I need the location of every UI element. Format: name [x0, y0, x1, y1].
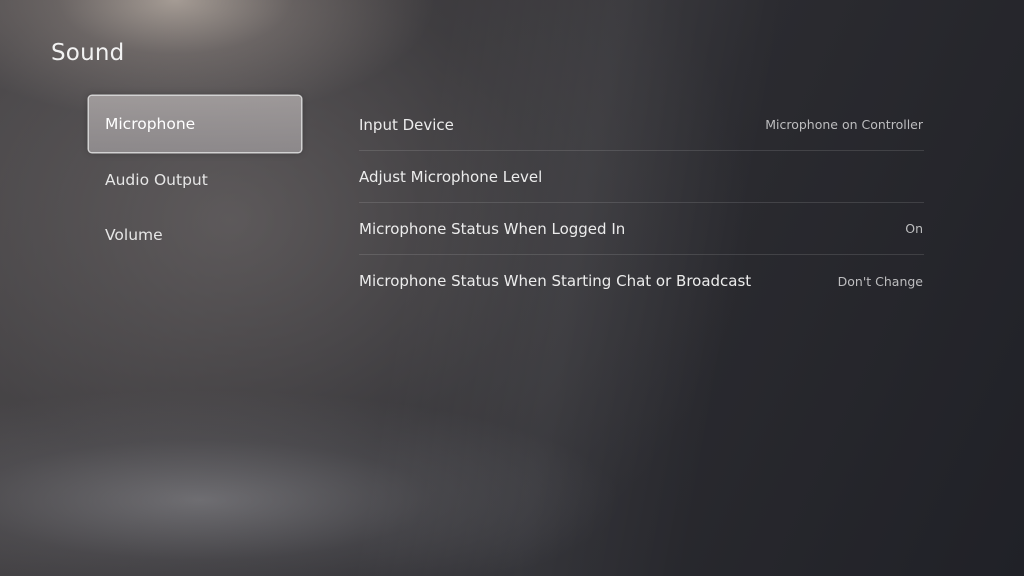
setting-value: On	[905, 221, 923, 236]
settings-list: Input Device Microphone on Controller Ad…	[359, 99, 924, 307]
page-title: Sound	[51, 40, 125, 66]
nav-item-volume[interactable]: Volume	[89, 207, 301, 262]
nav-item-label: Volume	[105, 225, 163, 244]
nav-item-label: Audio Output	[105, 170, 208, 189]
setting-value: Don't Change	[837, 273, 923, 289]
setting-mic-status-chat-broadcast[interactable]: Microphone Status When Starting Chat or …	[359, 255, 924, 307]
setting-mic-status-logged-in[interactable]: Microphone Status When Logged In On	[359, 203, 924, 255]
setting-input-device[interactable]: Input Device Microphone on Controller	[359, 99, 924, 151]
nav-item-microphone[interactable]: Microphone	[89, 96, 301, 152]
setting-label: Microphone Status When Starting Chat or …	[359, 272, 752, 290]
setting-label: Input Device	[359, 115, 454, 134]
setting-label: Adjust Microphone Level	[359, 167, 543, 186]
setting-label: Microphone Status When Logged In	[359, 219, 626, 238]
nav-item-audio-output[interactable]: Audio Output	[89, 152, 301, 207]
setting-value: Microphone on Controller	[765, 117, 923, 132]
setting-adjust-microphone-level[interactable]: Adjust Microphone Level	[359, 151, 924, 203]
nav-item-label: Microphone	[105, 115, 196, 133]
category-nav: Microphone Audio Output Volume	[89, 96, 301, 262]
